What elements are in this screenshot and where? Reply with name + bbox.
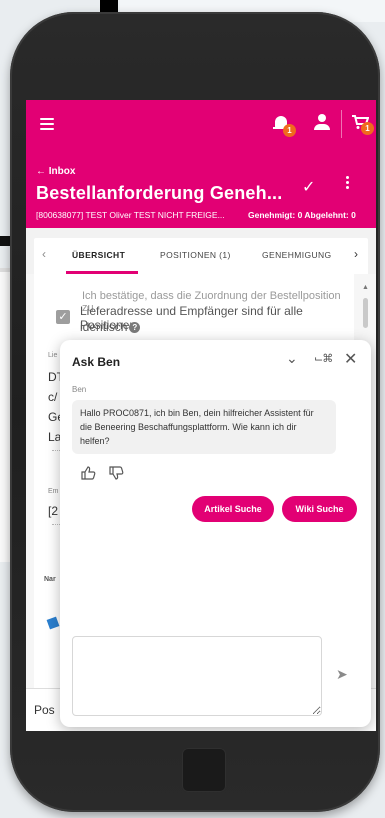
divider: [341, 110, 342, 138]
tab-overview[interactable]: ÜBERSICHT: [72, 250, 125, 260]
checkbox-label: identisch?: [80, 320, 141, 334]
request-id: [800638077] TEST Oliver TEST NICHT FREIG…: [36, 210, 225, 220]
message-sender: Ben: [72, 385, 87, 394]
tab-approval[interactable]: GENEHMIGUNG: [262, 250, 332, 260]
cart-badge: 1: [361, 122, 374, 135]
chevron-left-icon[interactable]: ‹: [42, 247, 46, 261]
tabs: ‹ ÜBERSICHT POSITIONEN (1) GENEHMIGUNG ›: [34, 238, 368, 274]
notification-badge: 1: [283, 124, 296, 137]
more-vertical-icon[interactable]: [346, 176, 350, 191]
chat-input[interactable]: [72, 636, 322, 716]
tab-positions[interactable]: POSITIONEN (1): [160, 250, 231, 260]
tab-bar: ‹ ÜBERSICHT POSITIONEN (1) GENEHMIGUNG ›: [26, 228, 376, 274]
approval-status: Genehmigt: 0 Abgelehnt: 0: [248, 210, 356, 220]
send-icon[interactable]: ➤: [336, 666, 348, 683]
ask-ben-chat: Ask Ben ⌄ ⌙⌘ ✕ Ben Hallo PROC0871, ich b…: [60, 340, 371, 727]
check-icon[interactable]: ✓: [302, 177, 315, 197]
assistant-message: Hallo PROC0871, ich bin Ben, dein hilfre…: [72, 400, 336, 454]
home-button[interactable]: [182, 748, 226, 792]
cart-icon[interactable]: 1: [351, 114, 374, 135]
expand-icon[interactable]: ⌙⌘: [314, 352, 333, 365]
help-icon[interactable]: ?: [129, 322, 141, 333]
app-screen: 1 1 ← Inbox Bestellanforderung Geneh... …: [26, 100, 376, 731]
page-title: Bestellanforderung Geneh...: [36, 183, 283, 203]
field-label: Em: [48, 488, 59, 495]
app-bar: 1 1: [26, 100, 376, 148]
scroll-up-icon[interactable]: ▲: [362, 284, 369, 291]
scroll-thumb[interactable]: [363, 298, 368, 328]
thumbs-up-icon[interactable]: [80, 465, 96, 484]
chat-title: Ask Ben: [72, 355, 121, 369]
item-image: [46, 616, 60, 630]
page-header: ← Inbox Bestellanforderung Geneh... ✓ [8…: [26, 148, 376, 228]
artikel-suche-button[interactable]: Artikel Suche: [192, 496, 274, 522]
user-icon[interactable]: [314, 114, 330, 132]
column-header: Nar: [44, 576, 56, 583]
field-value: [2: [48, 504, 59, 518]
thumbs-down-icon[interactable]: [108, 465, 124, 484]
field-value: Pos: [34, 703, 55, 717]
chevron-right-icon[interactable]: ›: [354, 247, 358, 261]
wiki-suche-button[interactable]: Wiki Suche: [282, 496, 357, 522]
address-checkbox[interactable]: ✓: [56, 310, 70, 324]
back-link[interactable]: ← Inbox: [36, 166, 75, 177]
field-label: Lie: [48, 352, 58, 359]
close-icon[interactable]: ✕: [344, 349, 357, 369]
bell-icon[interactable]: 1: [273, 114, 296, 137]
field-value: c/: [48, 390, 58, 404]
hamburger-icon[interactable]: [40, 118, 54, 130]
chevron-down-icon[interactable]: ⌄: [286, 350, 298, 367]
